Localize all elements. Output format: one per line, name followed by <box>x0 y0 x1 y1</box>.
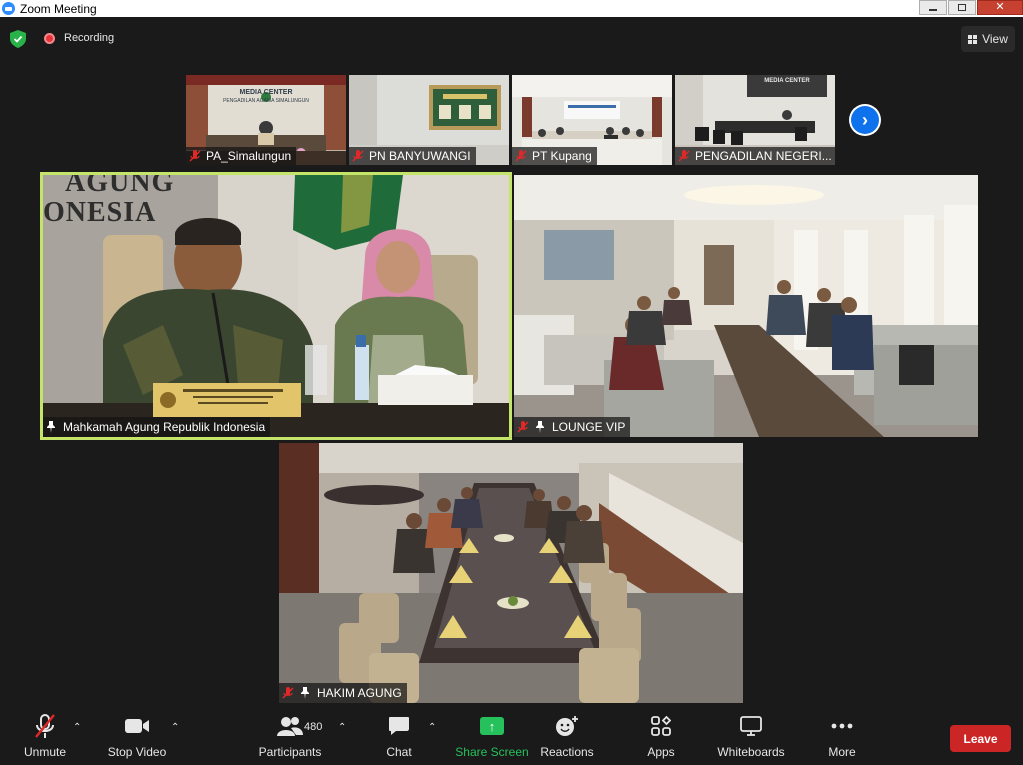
wall-sign-subtitle: PENGADILAN AGAMA SIMALUNGUN <box>223 98 309 104</box>
chat-button[interactable]: Chat <box>380 710 418 765</box>
reactions-label: Reactions <box>540 745 594 759</box>
chat-icon <box>388 712 410 740</box>
participants-icon <box>277 712 303 740</box>
stop-video-button[interactable]: Stop Video <box>104 710 170 765</box>
zoom-app-icon <box>2 2 15 15</box>
video-feed <box>514 175 978 437</box>
video-feed <box>279 443 743 703</box>
unmute-label: Unmute <box>23 745 67 759</box>
thumbnail-tile-pa-simalungun[interactable]: MEDIA CENTER PENGADILAN AGAMA SIMALUNGUN… <box>186 75 346 165</box>
mic-muted-icon <box>189 150 201 162</box>
pin-icon <box>536 421 544 433</box>
mic-muted-icon <box>517 421 529 433</box>
stop-video-label: Stop Video <box>107 745 167 759</box>
mic-muted-icon <box>515 150 527 162</box>
wall-lettering-line-1: AGUNG <box>65 175 175 198</box>
participant-name: PENGADILAN NEGERI... <box>695 149 832 163</box>
participant-name: PT Kupang <box>532 149 592 163</box>
recording-dot-icon <box>44 32 55 44</box>
thumbnail-tile-pengadilan-negeri[interactable]: MEDIA CENTER PENGADILAN NEGERI... <box>675 75 835 165</box>
share-screen-button[interactable]: ↑ Share Screen <box>455 710 529 765</box>
whiteboard-icon <box>740 712 762 740</box>
participant-name: PN BANYUWANGI <box>369 149 471 163</box>
recording-indicator[interactable]: Recording <box>44 32 114 44</box>
reactions-icon <box>555 712 579 740</box>
participant-label: LOUNGE VIP <box>514 417 631 437</box>
recording-label: Recording <box>64 32 115 44</box>
participants-label: Participants <box>258 745 322 759</box>
participants-button[interactable]: Participants <box>256 710 324 765</box>
window-title: Zoom Meeting <box>20 1 97 16</box>
meeting-top-bar: Recording View <box>0 17 1023 61</box>
chat-options-caret[interactable]: ⌃ <box>428 722 436 733</box>
grid-view-icon <box>968 34 978 44</box>
video-options-caret[interactable]: ⌃ <box>171 722 179 733</box>
share-screen-icon-wrap: ↑ <box>480 712 504 740</box>
apps-button[interactable]: Apps <box>640 710 682 765</box>
mic-muted-icon <box>33 712 57 740</box>
maximize-button[interactable] <box>948 0 976 15</box>
participant-label: PN BANYUWANGI <box>349 147 476 165</box>
participant-label: PT Kupang <box>512 147 597 165</box>
pin-icon <box>301 687 309 699</box>
participant-name: LOUNGE VIP <box>552 420 626 434</box>
participant-label: PA_Simalungun <box>186 147 297 165</box>
reactions-button[interactable]: Reactions <box>526 710 608 765</box>
leave-button[interactable]: Leave <box>950 725 1011 752</box>
participants-count: 480 <box>304 721 323 733</box>
video-tile-hakim-agung[interactable]: HAKIM AGUNG <box>279 443 743 703</box>
share-screen-label: Share Screen <box>455 745 529 759</box>
participant-name: HAKIM AGUNG <box>317 686 402 700</box>
wall-sign: MEDIA CENTER <box>764 78 810 84</box>
unmute-button[interactable]: Unmute <box>20 710 70 765</box>
whiteboards-label: Whiteboards <box>717 745 785 759</box>
whiteboards-button[interactable]: Whiteboards <box>712 710 790 765</box>
mic-muted-icon <box>678 150 690 162</box>
security-shield-icon[interactable] <box>10 30 26 48</box>
participant-label: HAKIM AGUNG <box>279 683 407 703</box>
participant-label: PENGADILAN NEGERI... <box>675 147 835 165</box>
view-button[interactable]: View <box>961 26 1015 52</box>
close-button[interactable]: ✕ <box>977 0 1023 15</box>
meeting-toolbar: Unmute ⌃ Stop Video ⌃ Participants 480 ⌃… <box>0 710 1023 765</box>
video-camera-icon <box>124 712 150 740</box>
video-tile-mahkamah-agung[interactable]: AGUNG ONESIA Mahkamah Agung Republik Ind… <box>40 172 512 440</box>
participants-options-caret[interactable]: ⌃ <box>338 722 346 733</box>
participant-name: Mahkamah Agung Republik Indonesia <box>63 420 266 434</box>
mic-muted-icon <box>282 687 294 699</box>
participant-label: Mahkamah Agung Republik Indonesia <box>43 417 271 437</box>
more-icon <box>831 712 853 740</box>
mic-muted-icon <box>352 150 364 162</box>
zoom-window: Zoom Meeting ✕ Recording View MEDIA CENT… <box>0 0 1023 765</box>
audio-options-caret[interactable]: ⌃ <box>73 722 81 733</box>
more-label: More <box>828 745 856 759</box>
thumbnail-tile-pn-banyuwangi[interactable]: PN BANYUWANGI <box>349 75 509 165</box>
apps-label: Apps <box>647 745 675 759</box>
apps-icon <box>651 712 671 740</box>
more-button[interactable]: More <box>822 710 862 765</box>
window-controls: ✕ <box>918 0 1023 17</box>
chat-label: Chat <box>386 745 412 759</box>
share-screen-icon: ↑ <box>480 717 504 735</box>
participant-name: PA_Simalungun <box>206 149 292 163</box>
minimize-button[interactable] <box>919 0 947 15</box>
view-label: View <box>982 32 1008 46</box>
next-page-arrow-icon: › <box>851 106 879 134</box>
wall-lettering-line-2: ONESIA <box>43 197 157 228</box>
title-bar: Zoom Meeting ✕ <box>0 0 1023 17</box>
pin-icon <box>47 421 55 433</box>
next-page-button[interactable]: › <box>849 104 881 136</box>
video-tile-lounge-vip[interactable]: LOUNGE VIP <box>514 175 978 437</box>
thumbnail-tile-pt-kupang[interactable]: PT Kupang <box>512 75 672 165</box>
wall-sign: MEDIA CENTER <box>239 89 293 96</box>
